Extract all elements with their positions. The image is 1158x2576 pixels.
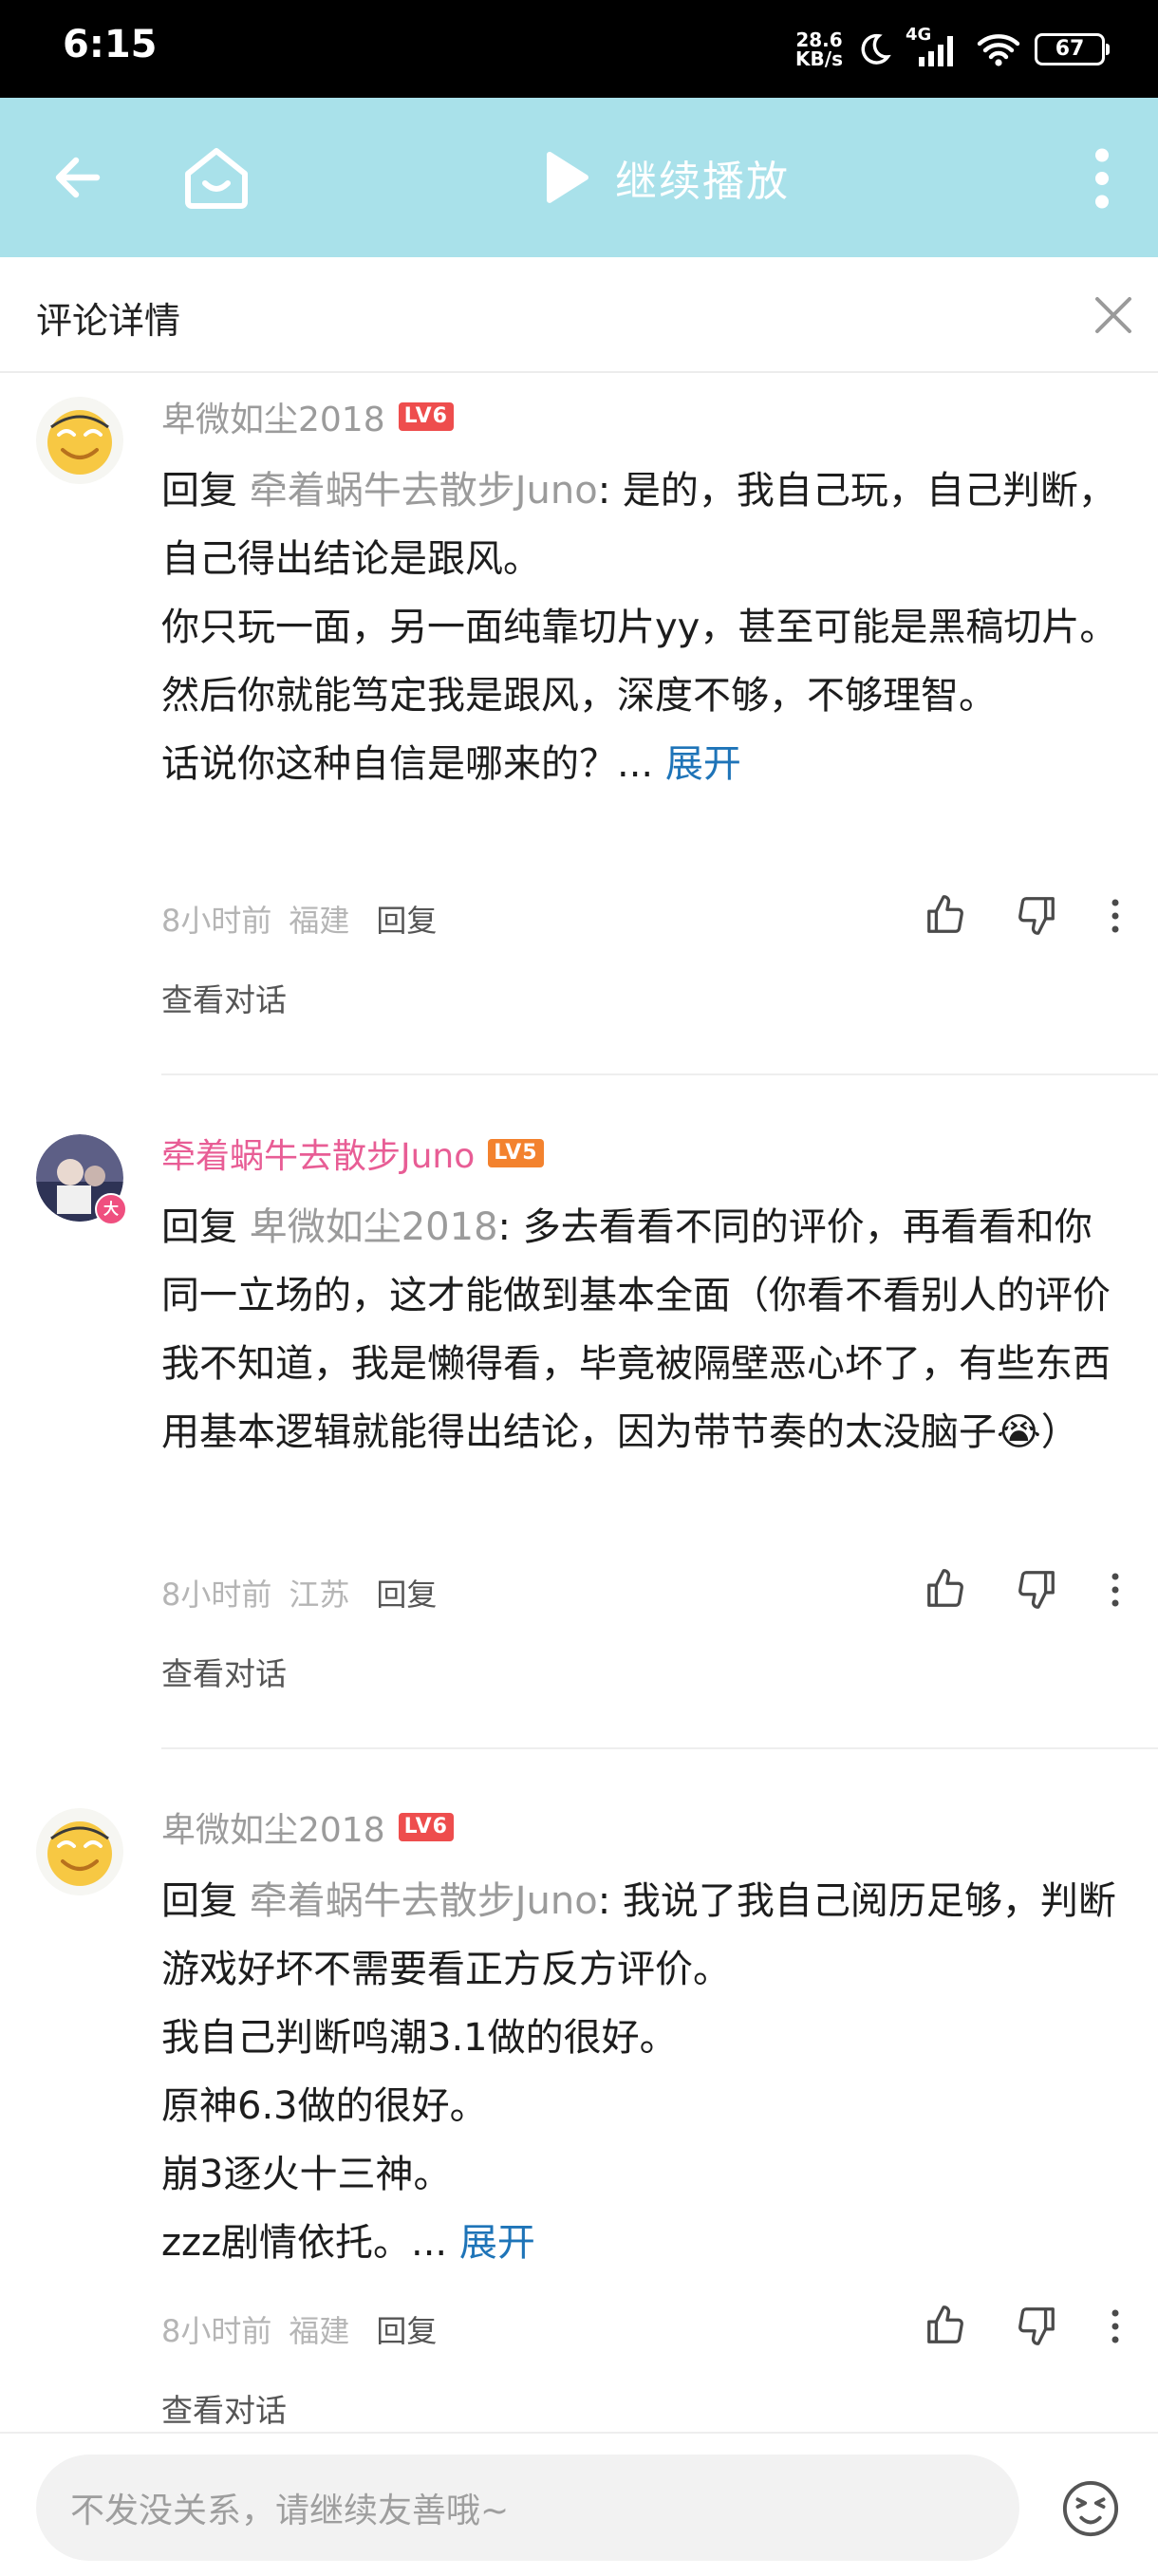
comment-time: 8小时前 [161, 903, 272, 939]
comment-body[interactable]: 回复 卑微如尘2018: 多去看看不同的评价，再看看和你同一立场的，这才能做到基… [161, 1193, 1120, 1466]
more-icon[interactable] [1109, 897, 1122, 935]
wifi-icon [977, 34, 1020, 66]
level-badge: LV6 [398, 1813, 454, 1841]
status-bar: 6:15 28.6 KB/s 4G 67 [0, 0, 1158, 98]
view-conversation-link[interactable]: 查看对话 [161, 2385, 287, 2431]
avatar[interactable] [36, 1808, 123, 1895]
mention-user[interactable]: 牵着蜗牛去散步Juno [250, 1879, 598, 1923]
net-speed-value: 28.6 [795, 28, 843, 51]
comment-input-bar: 不发没关系，请继续友善哦~ [0, 2432, 1158, 2576]
status-icons: 28.6 KB/s 4G 67 [795, 25, 1110, 74]
comment-location: 江苏 [289, 1577, 350, 1613]
moon-icon [861, 33, 891, 65]
mention-user[interactable]: 卑微如尘2018 [250, 1205, 498, 1249]
colon: : [497, 1205, 511, 1249]
more-icon[interactable] [1109, 2307, 1122, 2345]
comment-time: 8小时前 [161, 2313, 272, 2349]
more-vert-icon[interactable] [1082, 145, 1122, 212]
avatar[interactable] [36, 397, 123, 484]
view-conversation-link[interactable]: 查看对话 [161, 975, 287, 1020]
like-icon[interactable] [923, 2304, 968, 2347]
emoji-icon[interactable] [1061, 2479, 1120, 2538]
reply-word: 回复 [161, 1879, 237, 1923]
reply-word: 回复 [161, 1205, 237, 1249]
comment-line: 我自己判断鸣潮3.1做的很好。 [161, 2016, 678, 2060]
comment-line: 崩3逐火十三神。 [161, 2153, 452, 2196]
divider [161, 1073, 1158, 1075]
username-text: 卑微如尘2018 [161, 1811, 385, 1850]
panel-title: 评论详情 [36, 300, 181, 342]
reply-button[interactable]: 回复 [376, 2307, 437, 2351]
more-icon[interactable] [1109, 1571, 1122, 1609]
comment-actions [923, 2296, 1131, 2353]
comment-time: 8小时前 [161, 1577, 272, 1613]
net-speed-unit: KB/s [795, 47, 843, 70]
comment-line: zzz剧情依托。... [161, 2221, 448, 2265]
comment-username[interactable]: 牵着蜗牛去散步Juno LV5 [161, 1129, 544, 1178]
home-icon[interactable] [178, 143, 254, 212]
like-icon[interactable] [923, 1567, 968, 1611]
comment-line: 你只玩一面，另一面纯靠切片yy，甚至可能是黑稿切片。 [161, 606, 1118, 649]
comment-actions [923, 886, 1131, 943]
avatar[interactable]: 大 [36, 1134, 127, 1225]
comment-detail-header: 评论详情 [0, 257, 1158, 373]
comment-line: 话说你这种自信是哪来的？... [161, 742, 654, 786]
back-arrow-icon[interactable] [47, 147, 108, 208]
closing-paren: ） [1040, 1410, 1079, 1454]
comment-body[interactable]: 回复 牵着蜗牛去散步Juno: 是的，我自己玩，自己判断，自己得出结论是跟风。 … [161, 457, 1120, 798]
avatar-badge: 大 [95, 1193, 127, 1225]
username-text: 卑微如尘2018 [161, 401, 385, 439]
comment-location: 福建 [289, 2313, 350, 2349]
input-placeholder: 不发没关系，请继续友善哦~ [70, 2492, 510, 2530]
comment-input[interactable]: 不发没关系，请继续友善哦~ [36, 2455, 1019, 2561]
reply-word: 回复 [161, 469, 237, 513]
close-icon[interactable] [1090, 291, 1137, 339]
comment-body[interactable]: 回复 牵着蜗牛去散步Juno: 我说了我自己阅历足够，判断游戏好坏不需要看正方反… [161, 1867, 1120, 2277]
expand-link[interactable]: 展开 [459, 2221, 535, 2265]
divider [161, 1747, 1158, 1749]
colon: : [597, 1879, 611, 1923]
dislike-icon[interactable] [1014, 2304, 1059, 2347]
username-text: 牵着蜗牛去散步Juno [161, 1137, 476, 1176]
reply-button[interactable]: 回复 [376, 897, 437, 941]
reply-button[interactable]: 回复 [376, 1571, 437, 1615]
crying-emoji-icon: 😭 [997, 1410, 1041, 1454]
comment-meta: 8小时前 福建 回复 [161, 897, 437, 941]
expand-link[interactable]: 展开 [665, 742, 741, 786]
battery-icon: 67 [1035, 33, 1110, 65]
view-conversation-link[interactable]: 查看对话 [161, 1649, 287, 1694]
continue-play-button[interactable]: 继续播放 [541, 145, 790, 210]
dislike-icon[interactable] [1014, 893, 1059, 937]
comment-username[interactable]: 卑微如尘2018 LV6 [161, 1802, 454, 1852]
comment-location: 福建 [289, 903, 350, 939]
mention-user[interactable]: 牵着蜗牛去散步Juno [250, 469, 598, 513]
continue-play-label: 继续播放 [615, 158, 790, 206]
net-speed: 28.6 KB/s [795, 30, 843, 68]
comment-username[interactable]: 卑微如尘2018 LV6 [161, 392, 454, 441]
dislike-icon[interactable] [1014, 1567, 1059, 1611]
comment-actions [923, 1559, 1131, 1616]
colon: : [597, 469, 611, 513]
level-badge: LV5 [488, 1139, 544, 1167]
comment-meta: 8小时前 江苏 回复 [161, 1571, 437, 1615]
status-time: 6:15 [63, 23, 158, 66]
play-icon [546, 151, 588, 203]
level-badge: LV6 [398, 402, 454, 431]
top-app-bar: 继续播放 [0, 98, 1158, 257]
cell-signal-icon: 4G [906, 25, 962, 68]
comment-line: 然后你就能笃定我是跟风，深度不够，不够理智。 [161, 674, 997, 718]
comment-meta: 8小时前 福建 回复 [161, 2307, 437, 2351]
like-icon[interactable] [923, 893, 968, 937]
comment-line: 原神6.3做的很好。 [161, 2084, 488, 2128]
